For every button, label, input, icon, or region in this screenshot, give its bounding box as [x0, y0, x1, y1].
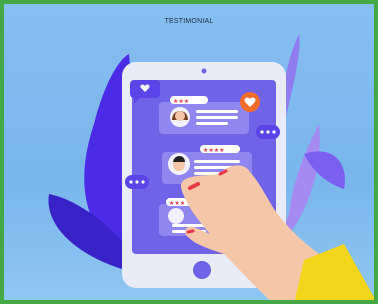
avatar-icon	[168, 208, 184, 224]
testimonial-illustration: ★★★ ★★★★ ★★★	[48, 34, 374, 300]
review-2-stars: ★★★★	[203, 147, 225, 154]
review-1-stars: ★★★	[173, 98, 189, 105]
review-3-stars: ★★★	[169, 200, 185, 207]
tablet-home-button	[193, 261, 211, 279]
tablet-camera	[201, 68, 207, 74]
testimonial-card: TESTIMONIAL ★★★ ★★★★ ★★★	[0, 0, 378, 304]
